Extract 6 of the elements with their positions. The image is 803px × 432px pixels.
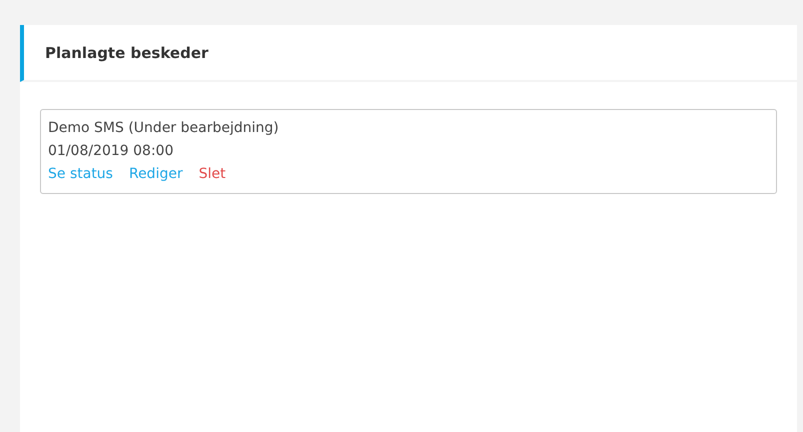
panel-title: Planlagte beskeder — [45, 44, 208, 62]
delete-link[interactable]: Slet — [198, 163, 226, 186]
message-time: 01/08/2019 08:00 — [48, 142, 174, 161]
message-title: Demo SMS (Under bearbejdning) — [48, 119, 279, 138]
action-link[interactable]: Rediger — [128, 163, 183, 186]
action-link[interactable]: Se status — [48, 163, 113, 186]
